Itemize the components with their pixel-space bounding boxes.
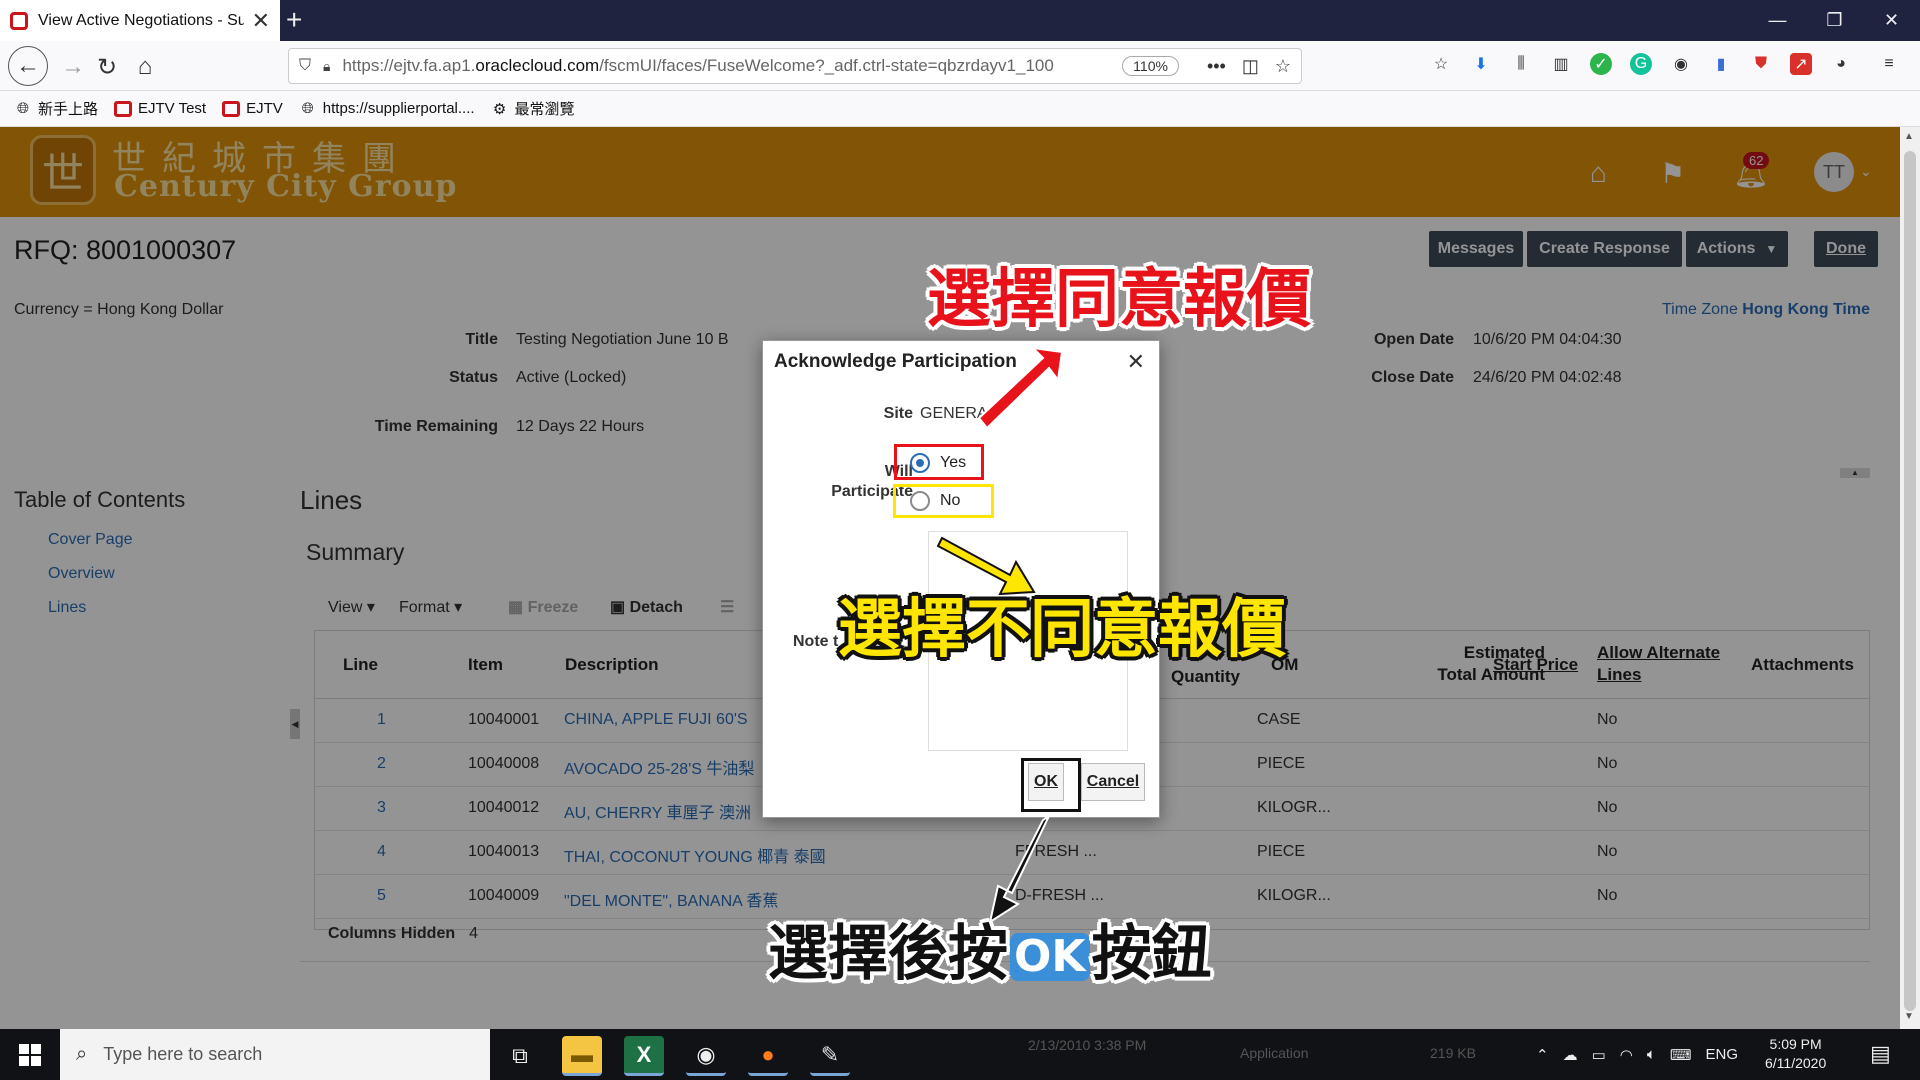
oracle-favicon-icon (10, 11, 28, 30)
ghost-text: Application (1240, 1045, 1309, 1061)
extension-grammarly-icon[interactable]: G (1630, 53, 1652, 75)
menu-icon[interactable]: ≡ (1878, 53, 1900, 75)
close-window-icon[interactable]: ✕ (1863, 0, 1920, 41)
ghost-text: 2/13/2010 3:38 PM (1028, 1037, 1147, 1053)
bookmark-getting-started[interactable]: 🌐︎ 新手上路 (14, 98, 98, 119)
firefox-icon[interactable]: ● (748, 1036, 788, 1076)
gear-icon: ⚙ (492, 100, 507, 118)
language-indicator[interactable]: ENG (1706, 1046, 1739, 1063)
forward-button[interactable]: → (56, 50, 90, 84)
tab-title: View Active Negotiations - Sup (38, 11, 244, 29)
clock[interactable]: 5:09 PM 6/11/2020 (1765, 1035, 1826, 1073)
globe-icon: 🌐︎ (16, 100, 29, 117)
browser-nav-bar: ← → ↻ ⌂ ⛉ 🔒︎ https://ejtv.fa.ap1.oraclec… (0, 41, 1920, 91)
globe-icon: 🌐︎ (301, 100, 314, 117)
shield-icon[interactable]: ⛉ (299, 57, 311, 75)
annotation-press-ok: 選擇後按 OK 按鈕 (768, 919, 1212, 989)
annotation-agree: 選擇同意報價 (927, 263, 1311, 337)
volume-icon[interactable]: 🔈︎ (1647, 1046, 1656, 1063)
dialog-title: Acknowledge Participation (774, 351, 1017, 372)
minimize-icon[interactable]: — (1749, 0, 1806, 41)
annotation-no-highlight (893, 484, 994, 518)
toolbar-icons: ☆ ⬇ ⫼ ▥ ✓ G ◉ ▮ ⛊ ↗ ◕ ≡ (1430, 53, 1900, 75)
start-button[interactable] (0, 1029, 60, 1080)
oracle-icon (222, 100, 241, 117)
zoom-badge[interactable]: 110% (1122, 56, 1179, 76)
search-icon: ⌕ (76, 1043, 88, 1065)
windows-logo-icon (19, 1043, 41, 1066)
extension-check-icon[interactable]: ✓ (1590, 53, 1612, 75)
restore-icon[interactable]: ❐ (1806, 0, 1863, 41)
browser-tab[interactable]: View Active Negotiations - Sup ✕ (0, 0, 280, 41)
onedrive-icon[interactable]: ☁ (1563, 1046, 1578, 1064)
chevron-up-icon[interactable]: ⌃ (1536, 1046, 1549, 1064)
taskbar-search[interactable]: ⌕ Type here to search (60, 1029, 490, 1080)
annotation-ok-highlight (1021, 758, 1081, 812)
new-tab-button[interactable]: + (286, 4, 302, 36)
bookmark-most-visited[interactable]: ⚙ 最常瀏覽 (491, 98, 575, 119)
library-icon[interactable]: ⫼ (1510, 53, 1532, 75)
pocket-icon[interactable]: ◫ (1242, 56, 1259, 77)
sidebar-icon[interactable]: ▥ (1550, 53, 1572, 75)
browser-tab-bar: View Active Negotiations - Sup ✕ + — ❐ ✕ (0, 0, 1920, 41)
site-label: Site (883, 405, 913, 422)
keyboard-icon[interactable]: ⌨ (1670, 1046, 1692, 1064)
scroll-down-icon[interactable]: ▼ (1904, 1011, 1914, 1022)
cancel-button[interactable]: Cancel (1081, 763, 1145, 801)
battery-icon[interactable]: ▭ (1592, 1046, 1606, 1064)
window-controls: — ❐ ✕ (1749, 0, 1920, 41)
more-actions-icon[interactable]: ••• (1207, 56, 1226, 77)
tab-close-icon[interactable]: ✕ (252, 8, 270, 34)
url-text[interactable]: https://ejtv.fa.ap1.oraclecloud.com/fscm… (342, 56, 1122, 76)
windows-taskbar: ⌕ Type here to search ⧉ ▬ X ◉ ● ✎ 2/13/2… (0, 1029, 1920, 1080)
account-icon[interactable]: ◉ (1670, 53, 1692, 75)
acknowledge-participation-dialog: Acknowledge Participation ✕ Site GENERAL… (762, 340, 1160, 818)
close-icon[interactable]: ✕ (1127, 349, 1145, 375)
reading-list-icon[interactable]: ☆ (1430, 53, 1452, 75)
page-scrollbar[interactable]: ▲ ▼ (1900, 127, 1920, 1029)
extension-puzzle-icon[interactable]: ◕ (1830, 53, 1852, 75)
excel-icon[interactable]: X (624, 1036, 664, 1076)
oracle-icon (114, 100, 133, 117)
download-icon[interactable]: ⬇ (1470, 53, 1492, 75)
bookmark-star-icon[interactable]: ☆ (1275, 56, 1291, 77)
back-button[interactable]: ← (8, 46, 48, 86)
annotation-disagree: 選擇不同意報價 (838, 593, 1286, 667)
lock-icon[interactable]: 🔒︎ (323, 58, 330, 75)
ok-emoji-icon: OK (1010, 933, 1090, 982)
ghost-text: 219 KB (1430, 1045, 1476, 1061)
paint-icon[interactable]: ✎ (810, 1036, 850, 1076)
extension-shield-icon[interactable]: ⛊ (1750, 53, 1772, 75)
notification-center-icon[interactable]: ▤ (1870, 1041, 1891, 1067)
chrome-icon[interactable]: ◉ (686, 1036, 726, 1076)
scroll-up-icon[interactable]: ▲ (1904, 131, 1914, 142)
annotation-yes-highlight (894, 444, 984, 480)
site-value: GENERAL (920, 405, 997, 422)
search-placeholder: Type here to search (103, 1044, 263, 1064)
task-view-icon[interactable]: ⧉ (500, 1036, 540, 1076)
bookmark-ejtv[interactable]: EJTV (222, 100, 283, 117)
scroll-thumb[interactable] (1904, 151, 1916, 1011)
bookmark-ejtv-test[interactable]: EJTV Test (114, 100, 206, 117)
bookmark-supplierportal[interactable]: 🌐︎ https://supplierportal.... (299, 100, 475, 118)
system-tray: ⌃ ☁ ▭ ◠ 🔈︎ ⌨ ENG (1536, 1029, 1738, 1080)
home-button[interactable]: ⌂ (128, 50, 162, 84)
file-explorer-icon[interactable]: ▬ (562, 1036, 602, 1076)
reload-button[interactable]: ↻ (90, 50, 124, 84)
wifi-icon[interactable]: ◠ (1620, 1046, 1633, 1064)
clock-date: 6/11/2020 (1765, 1055, 1827, 1071)
clock-time: 5:09 PM (1769, 1036, 1822, 1052)
extension-bookmark-icon[interactable]: ▮ (1710, 53, 1732, 75)
bookmarks-bar: 🌐︎ 新手上路 EJTV Test EJTV 🌐︎ https://supplier… (0, 91, 1920, 127)
extension-pdf-icon[interactable]: ↗ (1790, 53, 1812, 75)
url-bar[interactable]: ⛉ 🔒︎ https://ejtv.fa.ap1.oraclecloud.com… (288, 48, 1302, 84)
